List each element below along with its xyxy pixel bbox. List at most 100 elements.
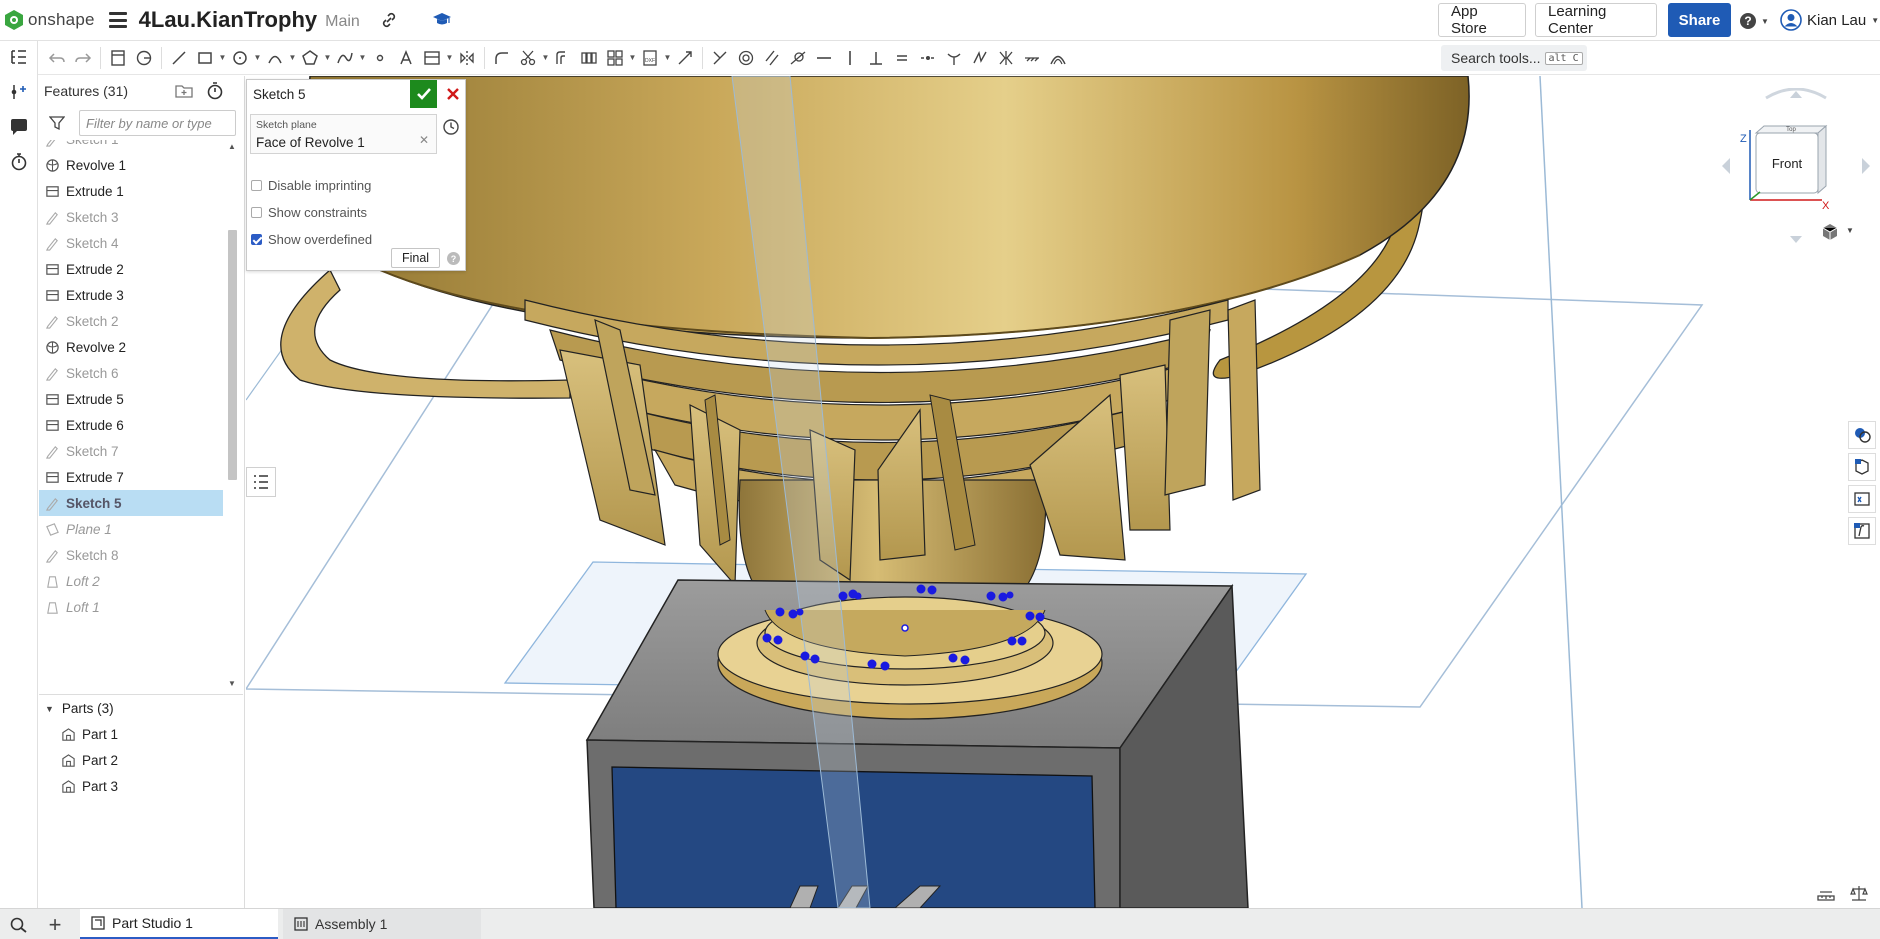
app-store-button[interactable]: App Store [1438, 3, 1526, 37]
feature-item[interactable]: Sketch 4 [39, 230, 223, 256]
line-tool-button[interactable] [166, 45, 192, 71]
circular-pattern-button[interactable] [602, 45, 628, 71]
accept-button[interactable] [410, 80, 437, 108]
mirror-tool-button[interactable] [454, 45, 480, 71]
dxf-import-button[interactable]: DXF [637, 45, 663, 71]
feature-item[interactable]: Sketch 8 [39, 542, 223, 568]
measure-icon[interactable] [1816, 884, 1836, 902]
checkbox-icon[interactable] [251, 206, 262, 218]
cancel-button[interactable] [439, 80, 466, 108]
normal-constraint[interactable] [941, 45, 967, 71]
tangent-constraint[interactable] [785, 45, 811, 71]
use-button[interactable] [105, 45, 131, 71]
view-options-menu[interactable]: ▼ [1820, 222, 1856, 242]
trim-tool-button[interactable] [515, 45, 541, 71]
sketch-plane-field[interactable]: Sketch plane Face of Revolve 1 ✕ [250, 114, 437, 154]
part-item[interactable]: Part 2 [61, 748, 118, 772]
chevron-down-icon[interactable]: ▼ [628, 45, 637, 71]
pierce-constraint[interactable] [967, 45, 993, 71]
feature-item[interactable]: Sketch 7 [39, 438, 223, 464]
spline-tool-button[interactable] [332, 45, 358, 71]
custom-features-panel-button[interactable] [1848, 517, 1876, 545]
equal-constraint[interactable] [889, 45, 915, 71]
feature-item[interactable]: Extrude 1 [39, 178, 223, 204]
sketch-option-checkbox[interactable]: Disable imprinting [251, 176, 371, 194]
help-icon[interactable]: ? [447, 252, 460, 265]
chevron-down-icon[interactable]: ▼ [445, 45, 454, 71]
search-tools-input[interactable]: Search tools... alt C [1441, 45, 1587, 71]
chevron-down-icon[interactable]: ▼ [541, 45, 550, 71]
user-menu[interactable]: Kian Lau ▼ [1780, 8, 1879, 32]
help-menu[interactable]: ? ▼ [1739, 11, 1773, 31]
feature-item[interactable]: Sketch 5 [39, 490, 223, 516]
chevron-down-icon[interactable]: ▼ [323, 45, 332, 71]
parts-header[interactable]: ▼ Parts (3) [39, 694, 243, 722]
undo-button[interactable] [44, 45, 70, 71]
add-feature-button[interactable] [8, 81, 30, 103]
symmetric-constraint[interactable] [993, 45, 1019, 71]
concentric-constraint[interactable] [733, 45, 759, 71]
feature-item[interactable]: Revolve 2 [39, 334, 223, 360]
part-item[interactable]: Part 3 [61, 774, 118, 798]
coincident-constraint[interactable] [707, 45, 733, 71]
arc-tool-button[interactable] [262, 45, 288, 71]
fix-constraint[interactable] [1019, 45, 1045, 71]
view-cube-front-label[interactable]: Front [1772, 156, 1803, 171]
share-button[interactable]: Share [1668, 3, 1731, 37]
redo-button[interactable] [70, 45, 96, 71]
scroll-thumb[interactable] [228, 230, 237, 480]
polygon-tool-button[interactable] [297, 45, 323, 71]
sketch-option-checkbox[interactable]: Show overdefined [251, 230, 372, 248]
checkbox-icon[interactable] [251, 179, 262, 191]
checkbox-icon[interactable] [251, 233, 262, 245]
feature-item[interactable]: Loft 2 [39, 568, 223, 594]
trophy-model[interactable] [246, 76, 1880, 908]
part-item[interactable]: Part 1 [61, 722, 118, 746]
onshape-logo[interactable]: onshape [4, 9, 95, 31]
offset-tool-button[interactable] [550, 45, 576, 71]
history-icon[interactable] [442, 118, 460, 136]
chevron-down-icon[interactable]: ▼ [218, 45, 227, 71]
chevron-down-icon[interactable]: ▼ [288, 45, 297, 71]
point-tool-button[interactable] [367, 45, 393, 71]
view-cube-top-label[interactable]: Top [1786, 127, 1796, 133]
graphics-viewport[interactable] [246, 76, 1880, 908]
feature-item[interactable]: Loft 1 [39, 594, 223, 620]
fillet-tool-button[interactable] [489, 45, 515, 71]
filter-icon[interactable] [49, 115, 65, 131]
feature-list-toggle[interactable] [8, 46, 30, 68]
construction-button[interactable] [131, 45, 157, 71]
linear-pattern-button[interactable] [576, 45, 602, 71]
variables-panel-button[interactable] [1848, 485, 1876, 513]
add-tab-button[interactable]: + [44, 912, 66, 937]
configurations-panel-button[interactable] [1848, 453, 1876, 481]
sketch-option-checkbox[interactable]: Show constraints [251, 203, 367, 221]
feature-item[interactable]: Plane 1 [39, 516, 223, 542]
feature-item[interactable]: Extrude 5 [39, 386, 223, 412]
scroll-up-icon[interactable]: ▲ [227, 142, 237, 151]
feature-item[interactable]: Extrude 3 [39, 282, 223, 308]
perpendicular-constraint[interactable] [863, 45, 889, 71]
curvature-constraint[interactable] [1045, 45, 1071, 71]
link-icon[interactable] [380, 11, 398, 29]
tab-part-studio-1[interactable]: Part Studio 1 [80, 909, 278, 939]
learning-cap-icon[interactable] [432, 11, 452, 29]
feature-filter-input[interactable] [79, 110, 236, 136]
chevron-down-icon[interactable]: ▼ [663, 45, 672, 71]
feature-item[interactable]: Extrude 7 [39, 464, 223, 490]
vertical-constraint[interactable] [837, 45, 863, 71]
branch-name[interactable]: Main [325, 13, 360, 31]
scroll-down-icon[interactable]: ▼ [227, 679, 237, 688]
appearance-panel-button[interactable] [1848, 421, 1876, 449]
midpoint-constraint[interactable] [915, 45, 941, 71]
feature-item[interactable]: Sketch 1 [39, 140, 223, 152]
parallel-constraint[interactable] [759, 45, 785, 71]
add-folder-icon[interactable] [174, 81, 194, 101]
feature-item[interactable]: Sketch 3 [39, 204, 223, 230]
learning-center-button[interactable]: Learning Center [1535, 3, 1657, 37]
search-tabs-icon[interactable] [8, 916, 30, 934]
chevron-down-icon[interactable]: ▼ [253, 45, 262, 71]
tab-assembly-1[interactable]: Assembly 1 [283, 909, 481, 939]
sketch-list-toggle[interactable] [246, 467, 276, 497]
feature-list-scrollbar[interactable]: ▲ ▼ [225, 140, 239, 692]
